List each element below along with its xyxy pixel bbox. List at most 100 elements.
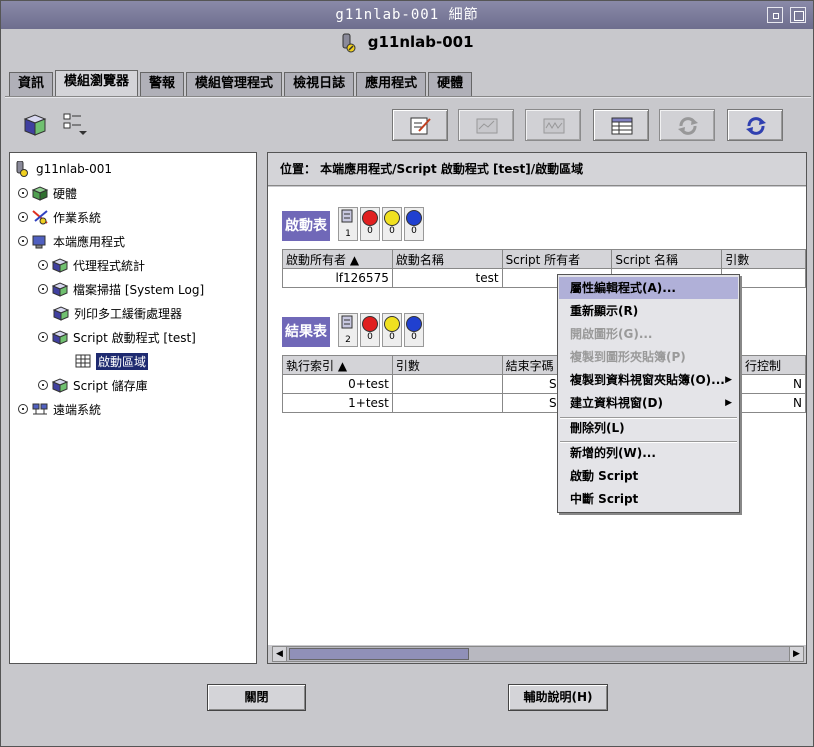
horizontal-scrollbar[interactable]: ◀ ▶: [272, 646, 804, 662]
expand-knob-icon[interactable]: [38, 260, 48, 270]
table-cell[interactable]: S: [501, 393, 561, 413]
menu-item-create-data-view[interactable]: 建立資料視窗(D) ▶: [559, 392, 738, 414]
table-cell[interactable]: 1+test: [282, 393, 393, 413]
table-cell[interactable]: S: [501, 374, 561, 394]
scroll-right-icon[interactable]: ▶: [789, 647, 803, 661]
tree-node-launch-area[interactable]: 啟動區域: [74, 351, 149, 371]
tree-node-remote-systems[interactable]: 遠端系統: [18, 399, 101, 419]
menu-item-attribute-editor[interactable]: 屬性編輯程式(A)...: [559, 277, 738, 299]
tab-module-browser[interactable]: 模組瀏覽器: [55, 70, 139, 96]
table-cell[interactable]: [391, 393, 503, 413]
window-title: g11nlab-001 細節: [335, 7, 479, 23]
remote-systems-icon: [32, 403, 48, 415]
graph-button[interactable]: [458, 109, 514, 141]
tab-alarms[interactable]: 警報: [140, 72, 185, 96]
menu-item-copy-to-data-view-clipboard[interactable]: 複製到資料視窗夾貼簿(O)... ▶: [559, 369, 738, 391]
menu-item-add-row[interactable]: 新增的列(W)...: [559, 442, 738, 464]
refresh-button[interactable]: [727, 109, 783, 141]
column-header[interactable]: 引數: [391, 355, 503, 375]
module-icon: [51, 378, 69, 393]
edit-icon: [410, 117, 431, 135]
expand-knob-icon[interactable]: [38, 380, 48, 390]
tab-bar: 資訊 模組瀏覽器 警報 模組管理程式 檢視日誌 應用程式 硬體: [9, 70, 474, 96]
menu-item-start-script[interactable]: 啟動 Script: [559, 465, 738, 487]
module-icon: [51, 258, 69, 273]
table-cell[interactable]: N: [741, 393, 806, 413]
launch-warning-count: 0: [382, 207, 402, 241]
tab-applications[interactable]: 應用程式: [356, 72, 427, 96]
disabled-alarm-icon: [406, 210, 422, 226]
table-cell[interactable]: 0+test: [282, 374, 393, 394]
column-header[interactable]: Script 所有者: [501, 249, 613, 269]
refresh-disabled-button[interactable]: [659, 109, 715, 141]
maximize-icon[interactable]: [790, 7, 806, 23]
expand-knob-icon[interactable]: [18, 404, 28, 414]
collapse-knob-icon[interactable]: [18, 236, 28, 246]
column-header[interactable]: 結束字碼: [501, 355, 561, 375]
module-cube-icon[interactable]: [21, 111, 51, 141]
table-view-icon: [611, 117, 633, 135]
tree-node-local-applications[interactable]: 本端應用程式: [18, 231, 125, 251]
window-title-bar[interactable]: g11nlab-001 細節: [1, 1, 813, 29]
tab-divider: [5, 96, 811, 98]
table-cell[interactable]: lf126575: [282, 268, 393, 288]
minimize-icon[interactable]: [767, 7, 783, 23]
launch-status-count: 1: [338, 207, 358, 241]
tree-node-hardware[interactable]: 硬體: [18, 183, 77, 203]
launch-disabled-count: 0: [404, 207, 424, 241]
local-applications-icon: [32, 235, 46, 249]
expand-knob-icon[interactable]: [18, 212, 28, 222]
operating-system-icon: [32, 210, 48, 225]
column-header[interactable]: Script 名稱: [611, 249, 723, 269]
trend-button[interactable]: [525, 109, 581, 141]
trend-icon: [543, 118, 565, 134]
tree-node-host[interactable]: g11nlab-001: [14, 159, 112, 179]
result-warning-count: 0: [382, 313, 402, 347]
result-table-section: 結果表 2 0 0 0: [282, 307, 442, 347]
tab-module-manager[interactable]: 模組管理程式: [186, 72, 283, 96]
edit-properties-button[interactable]: [392, 109, 448, 141]
column-header[interactable]: 行控制: [741, 355, 806, 375]
close-button[interactable]: 關閉: [207, 684, 306, 711]
table-cell[interactable]: N: [741, 374, 806, 394]
column-header[interactable]: 啟動名稱: [391, 249, 503, 269]
status-info-icon: [341, 209, 353, 223]
tree-node-file-scan[interactable]: 檔案掃描 [System Log]: [38, 279, 204, 299]
tab-view-log[interactable]: 檢視日誌: [284, 72, 355, 96]
table-view-button[interactable]: [593, 109, 649, 141]
tree-node-script-launcher[interactable]: Script 啟動程式 [test]: [38, 327, 196, 347]
column-header[interactable]: 啟動所有者 ▲: [282, 249, 393, 269]
expand-knob-icon[interactable]: [38, 284, 48, 294]
expand-knob-icon[interactable]: [18, 188, 28, 198]
column-header[interactable]: 執行索引 ▲: [282, 355, 393, 375]
launch-table-section: 啟動表 1 0 0 0: [282, 201, 442, 241]
tab-hardware[interactable]: 硬體: [428, 72, 473, 96]
view-options-icon[interactable]: [61, 111, 91, 141]
critical-alarm-icon: [362, 316, 378, 332]
result-critical-count: 0: [360, 313, 380, 347]
menu-item-refresh[interactable]: 重新顯示(R): [559, 300, 738, 322]
menu-item-delete-row[interactable]: 刪除列(L): [559, 417, 738, 439]
tab-info[interactable]: 資訊: [9, 72, 54, 96]
menu-item-open-graph[interactable]: 開啟圖形(G)...: [559, 323, 738, 345]
host-server-icon: [342, 33, 356, 52]
module-icon: [51, 282, 69, 297]
menu-item-abort-script[interactable]: 中斷 Script: [559, 488, 738, 510]
tree-node-print-spooler[interactable]: 列印多工緩衝處理器: [52, 303, 182, 323]
module-tree[interactable]: g11nlab-001 硬體 作業系統 本端應用程式 代理程式統計 檔案掃描 […: [9, 152, 257, 664]
table-cell[interactable]: test: [391, 268, 503, 288]
result-status-count: 2: [338, 313, 358, 347]
tree-node-operating-system[interactable]: 作業系統: [18, 207, 101, 227]
column-header[interactable]: 引數: [721, 249, 806, 269]
help-button[interactable]: 輔助說明(H): [508, 684, 608, 711]
tree-node-script-repository[interactable]: Script 儲存庫: [38, 375, 148, 395]
tree-node-agent-statistics[interactable]: 代理程式統計: [38, 255, 145, 275]
graph-icon: [476, 118, 498, 134]
collapse-knob-icon[interactable]: [38, 332, 48, 342]
launch-table-title: 啟動表: [282, 211, 330, 241]
scrollbar-thumb[interactable]: [289, 648, 469, 660]
menu-item-copy-to-graph-clipboard[interactable]: 複製到圖形夾貼簿(P): [559, 346, 738, 368]
table-cell[interactable]: [391, 374, 503, 394]
scroll-left-icon[interactable]: ◀: [273, 647, 287, 661]
submenu-arrow-icon: ▶: [725, 375, 732, 385]
